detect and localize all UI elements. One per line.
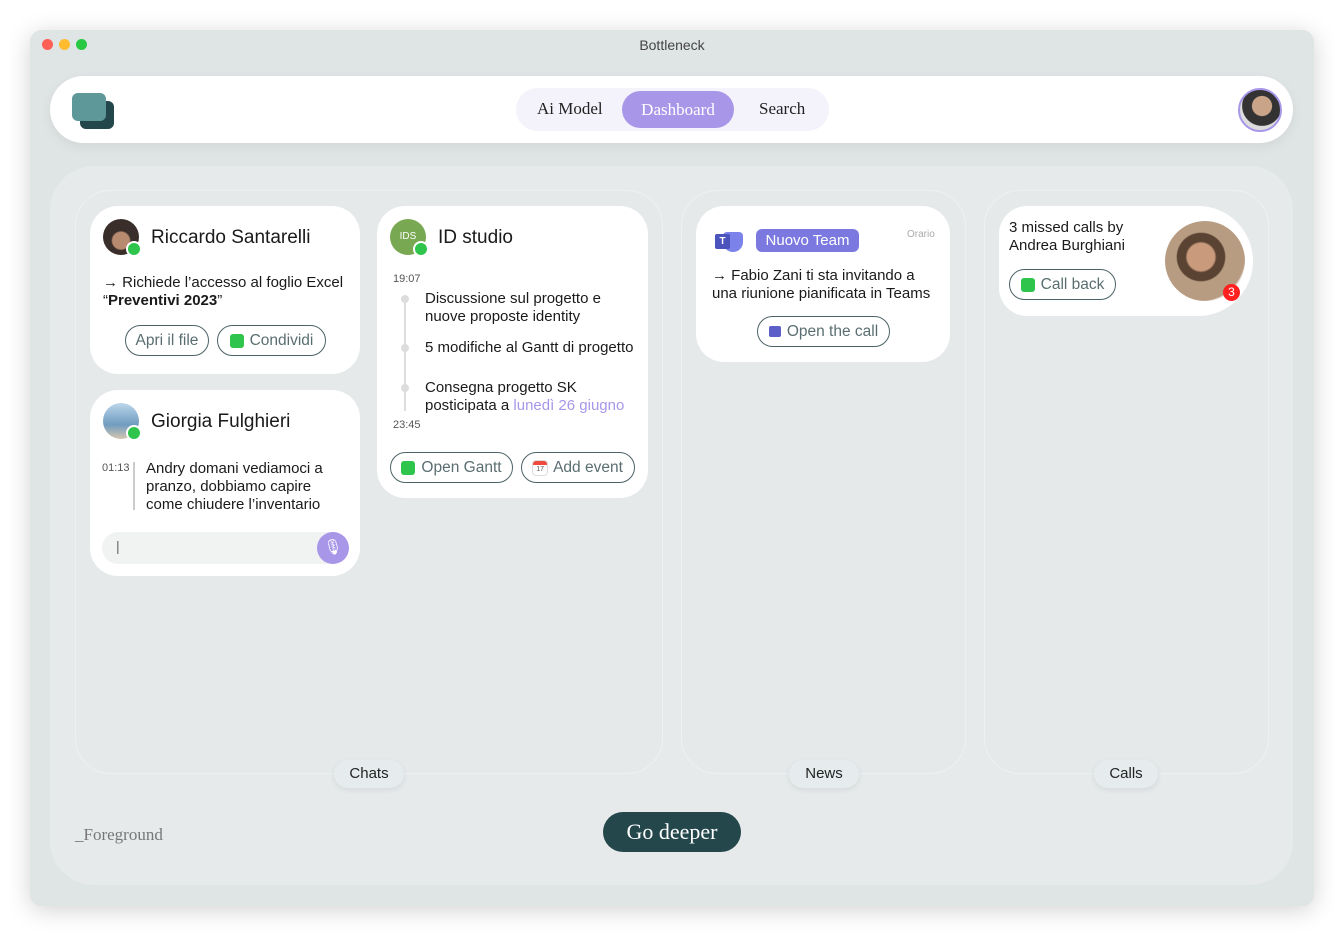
timeline-dot <box>401 344 409 352</box>
facetime-icon <box>401 460 416 475</box>
news-message: → Fabio Zani ti sta invitando a una riun… <box>712 267 931 302</box>
divider <box>133 462 135 510</box>
news-label: News <box>789 760 859 788</box>
whatsapp-icon <box>229 333 244 348</box>
timeline-item: Discussione sul progetto e nuove propost… <box>425 290 601 325</box>
start-time: 19:07 <box>393 273 421 285</box>
timeline-item: 5 modifiche al Gantt di progetto <box>425 339 634 356</box>
open-file-button[interactable]: Apri il file <box>125 325 209 356</box>
tab-ai-model[interactable]: Ai Model <box>537 99 603 119</box>
timeline-line <box>404 295 406 411</box>
tab-search[interactable]: Search <box>759 99 805 119</box>
reply-input[interactable]: | <box>102 532 347 564</box>
teams-icon: T <box>715 228 743 252</box>
add-event-button[interactable]: 17 Add event <box>521 452 635 483</box>
window-title: Bottleneck <box>639 37 705 53</box>
open-call-button[interactable]: Open the call <box>757 316 890 347</box>
chat-message: → Richiede l’accesso al foglio Excel “Pre… <box>103 274 344 309</box>
call-back-button[interactable]: Call back <box>1009 269 1116 300</box>
foreground-label: _Foreground <box>75 825 163 844</box>
calls-label: Calls <box>1094 760 1158 788</box>
timeline-dot <box>401 295 409 303</box>
end-time: 23:45 <box>393 419 421 431</box>
message-time: 01:13 <box>102 462 130 474</box>
time-label: Orario <box>907 229 935 240</box>
share-button[interactable]: Condividi <box>217 325 326 356</box>
phone-icon <box>1020 277 1035 292</box>
user-avatar[interactable] <box>1238 88 1282 132</box>
contact-name: Giorgia Fulghieri <box>151 411 291 432</box>
missed-count-badge: 3 <box>1223 284 1240 301</box>
contact-name: ID studio <box>438 227 513 248</box>
tab-dashboard[interactable]: Dashboard <box>622 91 734 128</box>
calendar-icon: 17 <box>533 460 548 475</box>
whatsapp-icon <box>126 425 142 441</box>
whatsapp-icon <box>126 241 142 257</box>
whatsapp-icon <box>413 241 429 257</box>
timeline-item: Consegna progetto SK posticipata a luned… <box>425 379 625 414</box>
chat-message: Andry domani vediamoci a pranzo, dobbiam… <box>146 460 323 513</box>
teams-icon <box>768 326 781 337</box>
new-team-tag: Nuovo Team <box>756 229 859 252</box>
go-deeper-button[interactable]: Go deeper <box>603 812 741 852</box>
open-gantt-button[interactable]: Open Gantt <box>390 452 513 483</box>
timeline-dot <box>401 384 409 392</box>
contact-name: Riccardo Santarelli <box>151 227 311 248</box>
chats-label: Chats <box>334 760 404 788</box>
missed-calls-text: 3 missed calls by Andrea Burghiani <box>1009 219 1125 254</box>
app-logo <box>72 93 114 129</box>
microphone-icon[interactable]: 🎙 <box>317 532 349 564</box>
